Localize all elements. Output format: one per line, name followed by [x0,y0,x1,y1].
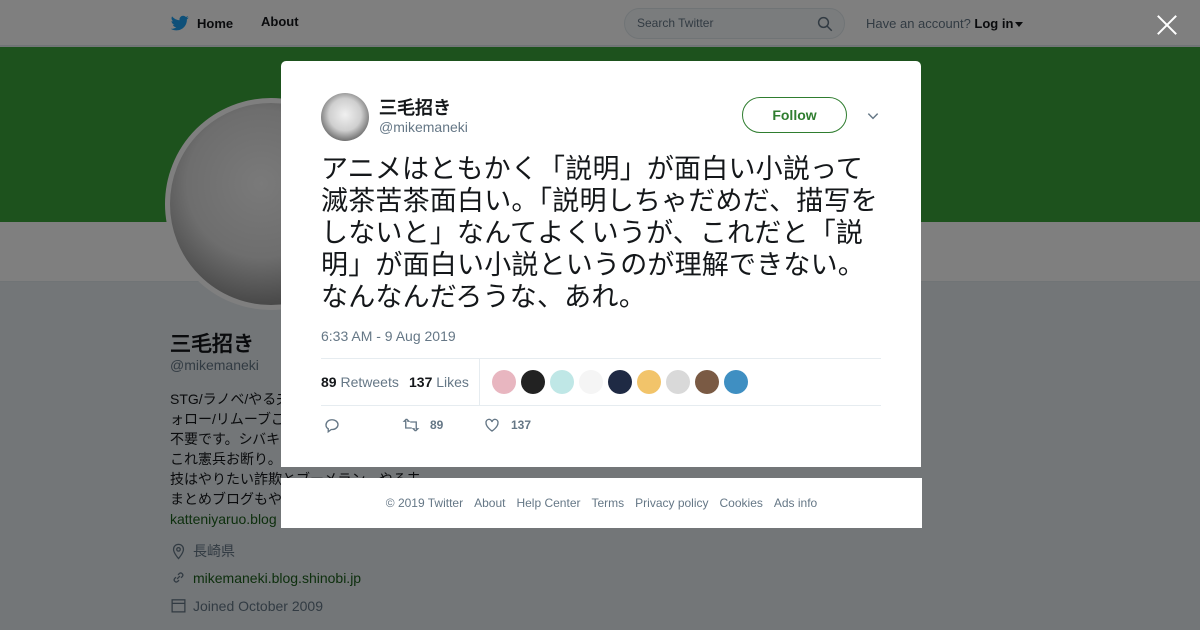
retweets-count: 89 [321,374,337,390]
tweet-text: アニメはともかく「説明」が面白い小説って滅茶苦茶面白い。「説明しちゃだめだ、描写… [321,154,878,312]
liker-avatar[interactable] [695,370,719,394]
tweet-timestamp[interactable]: 6:33 AM - 9 Aug 2019 [321,328,456,344]
footer-link-terms[interactable]: Terms [591,496,624,510]
tweet-stats: 89 Retweets 137 Likes [321,358,881,406]
footer-copyright: © 2019 Twitter [385,496,464,510]
author-avatar[interactable] [321,93,369,141]
reply-icon [325,419,339,434]
footer-link-cookies[interactable]: Cookies [720,496,763,510]
liker-avatar[interactable] [550,370,574,394]
footer-link-ads-info[interactable]: Ads info [774,496,817,510]
liker-avatar[interactable] [637,370,661,394]
stats-divider [479,359,480,406]
heart-icon [485,418,499,432]
follow-button[interactable]: Follow [742,97,847,133]
likes-label: Likes [436,374,469,390]
liker-avatar[interactable] [666,370,690,394]
liker-avatar[interactable] [521,370,545,394]
liker-avatars [492,370,753,394]
author-handle[interactable]: @mikemaneki [379,119,468,135]
likes-count: 137 [409,374,433,390]
retweet-icon [402,418,420,432]
chevron-down-icon[interactable] [866,109,880,123]
retweets-label: Retweets [340,374,399,390]
tweet-modal: 三毛招き @mikemaneki Follow アニメはともかく「説明」が面白い… [281,61,921,467]
retweet-count: 89 [430,418,444,432]
reply-button[interactable] [323,416,351,434]
author-name[interactable]: 三毛招き [379,94,451,120]
retweet-button[interactable]: 89 [402,416,443,434]
tweet-actions: 89 137 [321,416,881,440]
footer-link-about[interactable]: About [474,496,505,510]
footer-link-help-center[interactable]: Help Center [516,496,580,510]
close-icon[interactable] [1156,14,1178,36]
footer-link-privacy[interactable]: Privacy policy [635,496,708,510]
liker-avatar[interactable] [579,370,603,394]
liker-avatar[interactable] [608,370,632,394]
liker-avatar[interactable] [492,370,516,394]
like-button[interactable]: 137 [483,416,531,434]
liker-avatar[interactable] [724,370,748,394]
modal-footer: © 2019 Twitter About Help Center Terms P… [281,478,922,528]
retweets-stat[interactable]: 89 Retweets [321,374,399,390]
likes-stat[interactable]: 137 Likes [409,374,469,390]
like-count: 137 [511,418,532,432]
